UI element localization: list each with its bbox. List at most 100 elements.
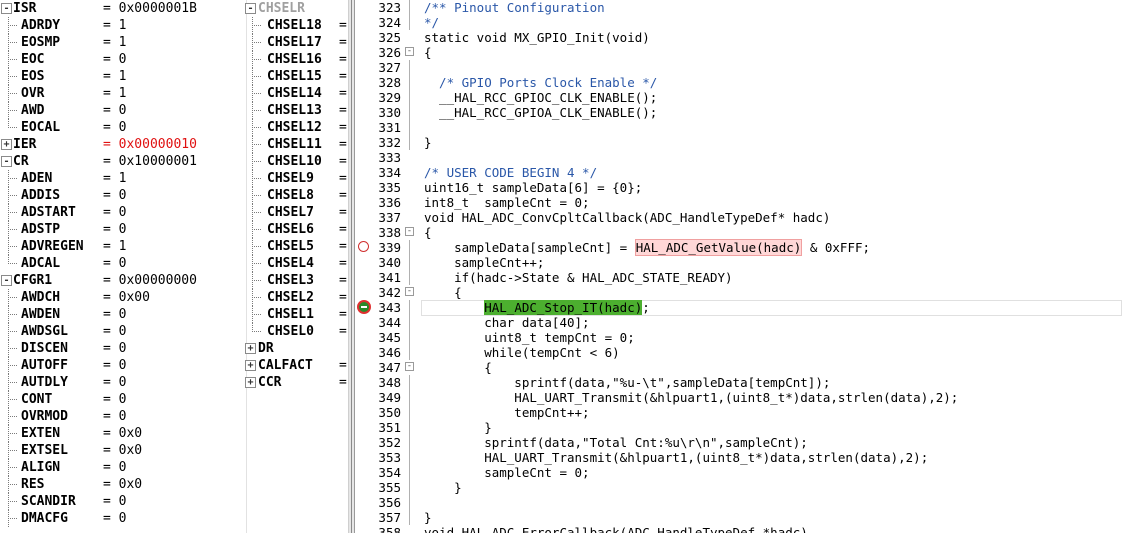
- register-value[interactable]: =: [339, 272, 347, 289]
- register-field-row[interactable]: CHSEL14 =: [244, 85, 348, 102]
- code-line[interactable]: 334 /* USER CODE BEGIN 4 */: [355, 165, 1122, 180]
- register-field-row[interactable]: DMACFG = 0: [0, 510, 246, 527]
- code-line[interactable]: 344 char data[40];: [355, 315, 1122, 330]
- register-field-row[interactable]: CHSEL5 =: [244, 238, 348, 255]
- code-line[interactable]: 327: [355, 60, 1122, 75]
- register-field-row[interactable]: ADRDY = 1: [0, 17, 246, 34]
- register-field-row[interactable]: CHSEL12 =: [244, 119, 348, 136]
- register-value[interactable]: =: [339, 204, 347, 221]
- register-value[interactable]: = 0: [103, 391, 126, 408]
- register-value[interactable]: = 0: [103, 408, 126, 425]
- expand-icon[interactable]: +: [245, 343, 256, 354]
- register-value[interactable]: =: [339, 289, 347, 306]
- register-field-row[interactable]: CHSEL1 =: [244, 306, 348, 323]
- register-field-row[interactable]: CHSEL9 =: [244, 170, 348, 187]
- register-field-row[interactable]: AWDEN = 0: [0, 306, 246, 323]
- register-value[interactable]: = 1: [103, 85, 126, 102]
- register-value[interactable]: = 1: [103, 68, 126, 85]
- code-line[interactable]: 324 */: [355, 15, 1122, 30]
- code-line[interactable]: 353 HAL_UART_Transmit(&hlpuart1,(uint8_t…: [355, 450, 1122, 465]
- code-line[interactable]: 342- {: [355, 285, 1122, 300]
- register-field-row[interactable]: ADSTP = 0: [0, 221, 246, 238]
- register-value[interactable]: =: [339, 187, 347, 204]
- code-line[interactable]: 346 while(tempCnt < 6): [355, 345, 1122, 360]
- code-line[interactable]: 339 sampleData[sampleCnt] = HAL_ADC_GetV…: [355, 239, 1122, 256]
- register-value[interactable]: = 0: [103, 459, 126, 476]
- register-row[interactable]: + CCR =: [244, 374, 348, 391]
- collapse-icon[interactable]: -: [1, 156, 12, 167]
- code-line[interactable]: 355 }: [355, 480, 1122, 495]
- register-field-row[interactable]: EOSMP = 1: [0, 34, 246, 51]
- code-line[interactable]: 341 if(hadc->State & HAL_ADC_STATE_READY…: [355, 270, 1122, 285]
- register-value[interactable]: = 0: [103, 204, 126, 221]
- register-row[interactable]: + DR: [244, 340, 348, 357]
- register-row[interactable]: - CFGR1 = 0x00000000: [0, 272, 246, 289]
- register-value[interactable]: = 1: [103, 34, 126, 51]
- collapse-icon[interactable]: -: [245, 3, 256, 14]
- register-value[interactable]: = 0: [103, 306, 126, 323]
- code-line[interactable]: 328 /* GPIO Ports Clock Enable */: [355, 75, 1122, 90]
- current-execution-arrow-icon[interactable]: [357, 300, 371, 314]
- register-row[interactable]: - CHSELR: [244, 0, 348, 17]
- register-field-row[interactable]: CHSEL8 =: [244, 187, 348, 204]
- code-line[interactable]: 345 uint8_t tempCnt = 0;: [355, 330, 1122, 345]
- fold-toggle-icon[interactable]: -: [405, 47, 414, 56]
- register-field-row[interactable]: CHSEL2 =: [244, 289, 348, 306]
- register-value[interactable]: = 0x10000001: [103, 153, 197, 170]
- register-field-row[interactable]: CHSEL7 =: [244, 204, 348, 221]
- register-value[interactable]: = 0x00000000: [103, 272, 197, 289]
- register-value[interactable]: = 0x0: [103, 476, 142, 493]
- register-field-row[interactable]: ADSTART = 0: [0, 204, 246, 221]
- breakpoint-icon[interactable]: [358, 241, 369, 252]
- code-line[interactable]: 331: [355, 120, 1122, 135]
- register-field-row[interactable]: CONT = 0: [0, 391, 246, 408]
- register-value[interactable]: = 0: [103, 357, 126, 374]
- register-value[interactable]: =: [339, 357, 347, 374]
- register-field-row[interactable]: CHSEL10 =: [244, 153, 348, 170]
- register-row[interactable]: + CALFACT =: [244, 357, 348, 374]
- register-field-row[interactable]: EOCAL = 0: [0, 119, 246, 136]
- register-field-row[interactable]: CHSEL6 =: [244, 221, 348, 238]
- register-value[interactable]: = 0: [103, 51, 126, 68]
- register-value[interactable]: = 0: [103, 323, 126, 340]
- code-line[interactable]: 338- {: [355, 225, 1122, 240]
- expand-icon[interactable]: +: [245, 377, 256, 388]
- collapse-icon[interactable]: -: [1, 275, 12, 286]
- register-value[interactable]: = 1: [103, 170, 126, 187]
- code-line[interactable]: 325 static void MX_GPIO_Init(void): [355, 30, 1122, 45]
- code-line[interactable]: 357}: [355, 510, 1122, 525]
- register-field-row[interactable]: ADEN = 1: [0, 170, 246, 187]
- code-line[interactable]: 335 uint16_t sampleData[6] = {0};: [355, 180, 1122, 195]
- expand-icon[interactable]: +: [245, 360, 256, 371]
- register-value[interactable]: = 1: [103, 17, 126, 34]
- register-value[interactable]: =: [339, 153, 347, 170]
- register-value[interactable]: = 0: [103, 221, 126, 238]
- register-field-row[interactable]: ADCAL = 0: [0, 255, 246, 272]
- pane-splitter[interactable]: [348, 0, 355, 533]
- register-value[interactable]: = 0: [103, 510, 126, 527]
- code-line[interactable]: 349 HAL_UART_Transmit(&hlpuart1,(uint8_t…: [355, 390, 1122, 405]
- register-value[interactable]: =: [339, 323, 347, 340]
- register-value[interactable]: = 0: [103, 340, 126, 357]
- register-value[interactable]: = 0: [103, 187, 126, 204]
- register-field-row[interactable]: EXTSEL = 0x0: [0, 442, 246, 459]
- register-value[interactable]: =: [339, 85, 347, 102]
- register-value[interactable]: =: [339, 34, 347, 51]
- register-value[interactable]: = 0: [103, 119, 126, 136]
- register-value[interactable]: =: [339, 51, 347, 68]
- fold-toggle-icon[interactable]: -: [405, 227, 414, 236]
- register-field-row[interactable]: CHSEL13 =: [244, 102, 348, 119]
- register-value[interactable]: = 0: [103, 374, 126, 391]
- register-field-row[interactable]: OVRMOD = 0: [0, 408, 246, 425]
- register-field-row[interactable]: CHSEL0 =: [244, 323, 348, 340]
- code-line[interactable]: 358 void HAL_ADC_ErrorCallback(ADC_Handle…: [355, 525, 1122, 533]
- register-field-row[interactable]: ADDIS = 0: [0, 187, 246, 204]
- register-value[interactable]: = 0x0000001B: [103, 0, 197, 17]
- register-field-row[interactable]: AUTDLY = 0: [0, 374, 246, 391]
- register-value[interactable]: = 1: [103, 238, 126, 255]
- code-line[interactable]: 352 sprintf(data,"Total Cnt:%u\r\n",samp…: [355, 435, 1122, 450]
- code-line[interactable]: 336 int8_t sampleCnt = 0;: [355, 195, 1122, 210]
- code-line[interactable]: 337 void HAL_ADC_ConvCpltCallback(ADC_Han…: [355, 210, 1122, 225]
- register-field-row[interactable]: CHSEL17 =: [244, 34, 348, 51]
- register-field-row[interactable]: AWDSGL = 0: [0, 323, 246, 340]
